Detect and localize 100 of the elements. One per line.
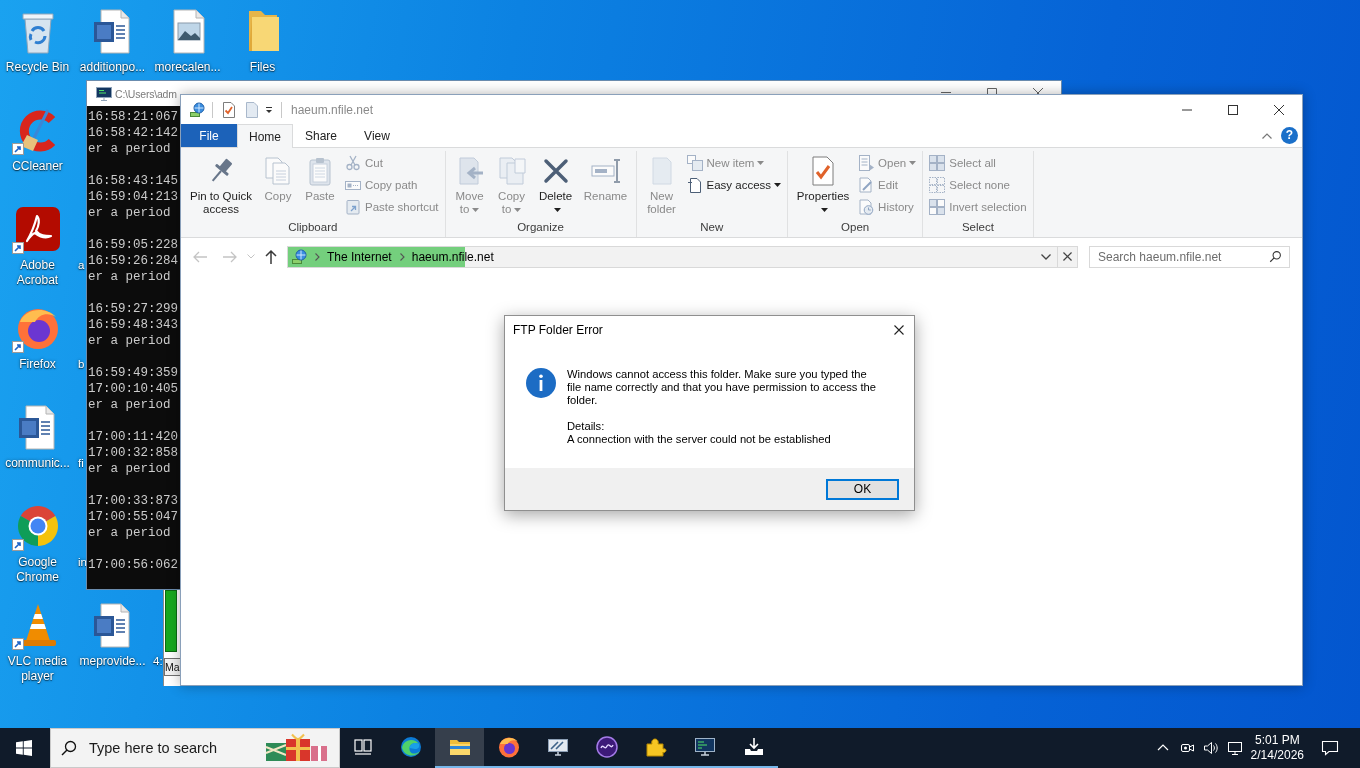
desktop-icon-label[interactable]: Adobe Acrobat <box>1 258 74 288</box>
dialog-message: Windows cannot access this folder. Make sure you typed the file name correctly and that you have permission to access the folder. <box>567 368 878 407</box>
desktop-icon-label[interactable]: CCleaner <box>1 159 74 174</box>
clock-time[interactable]: 5:01 PM <box>1254 733 1300 748</box>
desktop-icon-label[interactable]: meprovide... <box>76 654 149 669</box>
meter-bar <box>165 590 177 652</box>
ribbon-group-label: New <box>699 220 725 235</box>
caret-down-icon[interactable] <box>264 104 274 115</box>
ribbon-group-label: Organize <box>516 220 565 235</box>
desktop-icon-label[interactable]: VLC media player <box>1 654 74 684</box>
select-none-icon <box>929 177 946 193</box>
chevron-right-icon[interactable] <box>315 252 320 261</box>
desktop-icon-label[interactable]: b <box>75 357 85 372</box>
details-text: A connection with the server could not be established <box>567 433 832 446</box>
maximize-icon[interactable] <box>1228 104 1238 115</box>
window-title: haeum.nfile.net <box>291 102 374 117</box>
help-button[interactable]: ? <box>1281 127 1298 144</box>
console-line: 16:58:21:067 <box>88 109 178 125</box>
partial-button[interactable]: Ma <box>164 658 180 676</box>
console-line: 16:59:27:299 <box>88 301 178 317</box>
console-line: er a period <box>88 461 171 477</box>
window-title: C:\Users\adm <box>115 87 177 100</box>
invert-selection-icon <box>929 199 946 215</box>
up-arrow-icon[interactable] <box>263 248 279 265</box>
ok-button[interactable]: OK <box>826 478 899 500</box>
new-item-icon <box>686 155 703 171</box>
console-line: er a period <box>88 333 171 349</box>
close-icon[interactable] <box>894 325 904 335</box>
console-line: 16:59:26:284 <box>88 253 178 269</box>
dialog-title: FTP Folder Error <box>513 323 603 337</box>
globe-icon[interactable] <box>189 101 205 118</box>
file-menu-button[interactable]: File <box>181 124 237 147</box>
desktop-icon-label[interactable]: in <box>75 555 87 570</box>
console-line: 16:58:42:142 <box>88 125 178 141</box>
close-icon[interactable] <box>1033 88 1043 94</box>
start-icon[interactable] <box>16 740 32 756</box>
console-line: 17:00:11:420 <box>88 429 178 445</box>
ribbon-button[interactable]: Properties <box>791 151 856 216</box>
console-line: 16:59:04:213 <box>88 189 178 205</box>
ribbon-button[interactable]: Delete <box>532 151 579 216</box>
ribbon-button[interactable]: Easy access <box>686 174 782 196</box>
ribbon-button[interactable]: Pin to Quick access <box>184 151 258 216</box>
clock-date[interactable]: 2/14/2026 <box>1250 748 1304 763</box>
desktop-icon-label[interactable]: morecalen... <box>151 60 224 75</box>
terminal-icon <box>96 85 112 102</box>
ribbon-tab[interactable]: Home <box>237 124 293 148</box>
console-line: 17:00:32:858 <box>88 445 178 461</box>
console-line: 16:59:05:228 <box>88 237 178 253</box>
breadcrumb[interactable]: The Internet <box>327 249 392 264</box>
paste-shortcut-icon <box>345 199 361 215</box>
console-line: 17:00:33:873 <box>88 493 178 509</box>
console-line: 17:00:55:047 <box>88 509 178 525</box>
terminal-icon <box>692 735 717 759</box>
chevron-down-icon[interactable] <box>1041 253 1051 260</box>
info-icon <box>526 368 556 398</box>
edit-icon <box>858 177 875 193</box>
console-line: 17:00:10:405 <box>88 381 178 397</box>
desktop-icon-label[interactable]: 4: <box>150 654 163 669</box>
search-icon <box>1269 250 1282 263</box>
console-line: er a period <box>88 525 171 541</box>
desktop-icon-label[interactable]: additionpo... <box>76 60 149 75</box>
console-line: 16:59:49:359 <box>88 365 178 381</box>
desktop-icon-label[interactable]: fi <box>75 456 84 471</box>
acrobat-icon[interactable] <box>13 205 62 253</box>
desktop-icon-label[interactable]: Recycle Bin <box>1 60 74 75</box>
console-line: er a period <box>88 269 171 285</box>
ribbon-tab[interactable]: Share <box>293 124 349 147</box>
page-icon <box>686 177 703 193</box>
chevron-right-icon[interactable] <box>399 252 405 261</box>
taskbar-button[interactable] <box>435 728 484 768</box>
ribbon-group-label: Open <box>840 220 871 235</box>
close-icon[interactable] <box>1274 104 1284 115</box>
console-line: er a period <box>88 205 171 221</box>
search-field[interactable]: Search haeum.nfile.net <box>1089 245 1290 268</box>
desktop-icon-label[interactable]: communic... <box>1 456 74 471</box>
speaker-icon[interactable] <box>1202 740 1219 756</box>
select-all-icon <box>929 155 946 171</box>
stop-button[interactable] <box>1058 245 1078 268</box>
ribbon-group-label: Select <box>960 220 995 235</box>
browser-icon <box>398 735 423 759</box>
console-line: er a period <box>88 397 171 413</box>
orb-icon <box>594 735 619 759</box>
desktop-icon-label[interactable]: Google Chrome <box>1 555 74 585</box>
ribbon-group-label: Clipboard <box>287 220 339 235</box>
globe-icon <box>291 248 307 265</box>
properties-icon[interactable] <box>221 101 237 118</box>
notification-icon[interactable] <box>1321 740 1339 756</box>
maximize-icon[interactable] <box>987 88 997 94</box>
firefox-icon <box>496 735 521 759</box>
ribbon-tab[interactable]: View <box>349 124 405 147</box>
desktop-icon-label[interactable]: Files <box>226 60 299 75</box>
console-line: 17:00:56:062 <box>88 557 178 573</box>
console-line: 16:58:43:145 <box>88 173 178 189</box>
console-line: er a period <box>88 141 171 157</box>
desktop-icon-label[interactable]: a <box>75 258 85 273</box>
close-icon <box>1063 252 1072 261</box>
desktop-icon-label[interactable]: Firefox <box>1 357 74 372</box>
open-icon <box>858 155 875 171</box>
search-icon <box>61 740 77 756</box>
monitor-icon[interactable] <box>1226 740 1243 756</box>
